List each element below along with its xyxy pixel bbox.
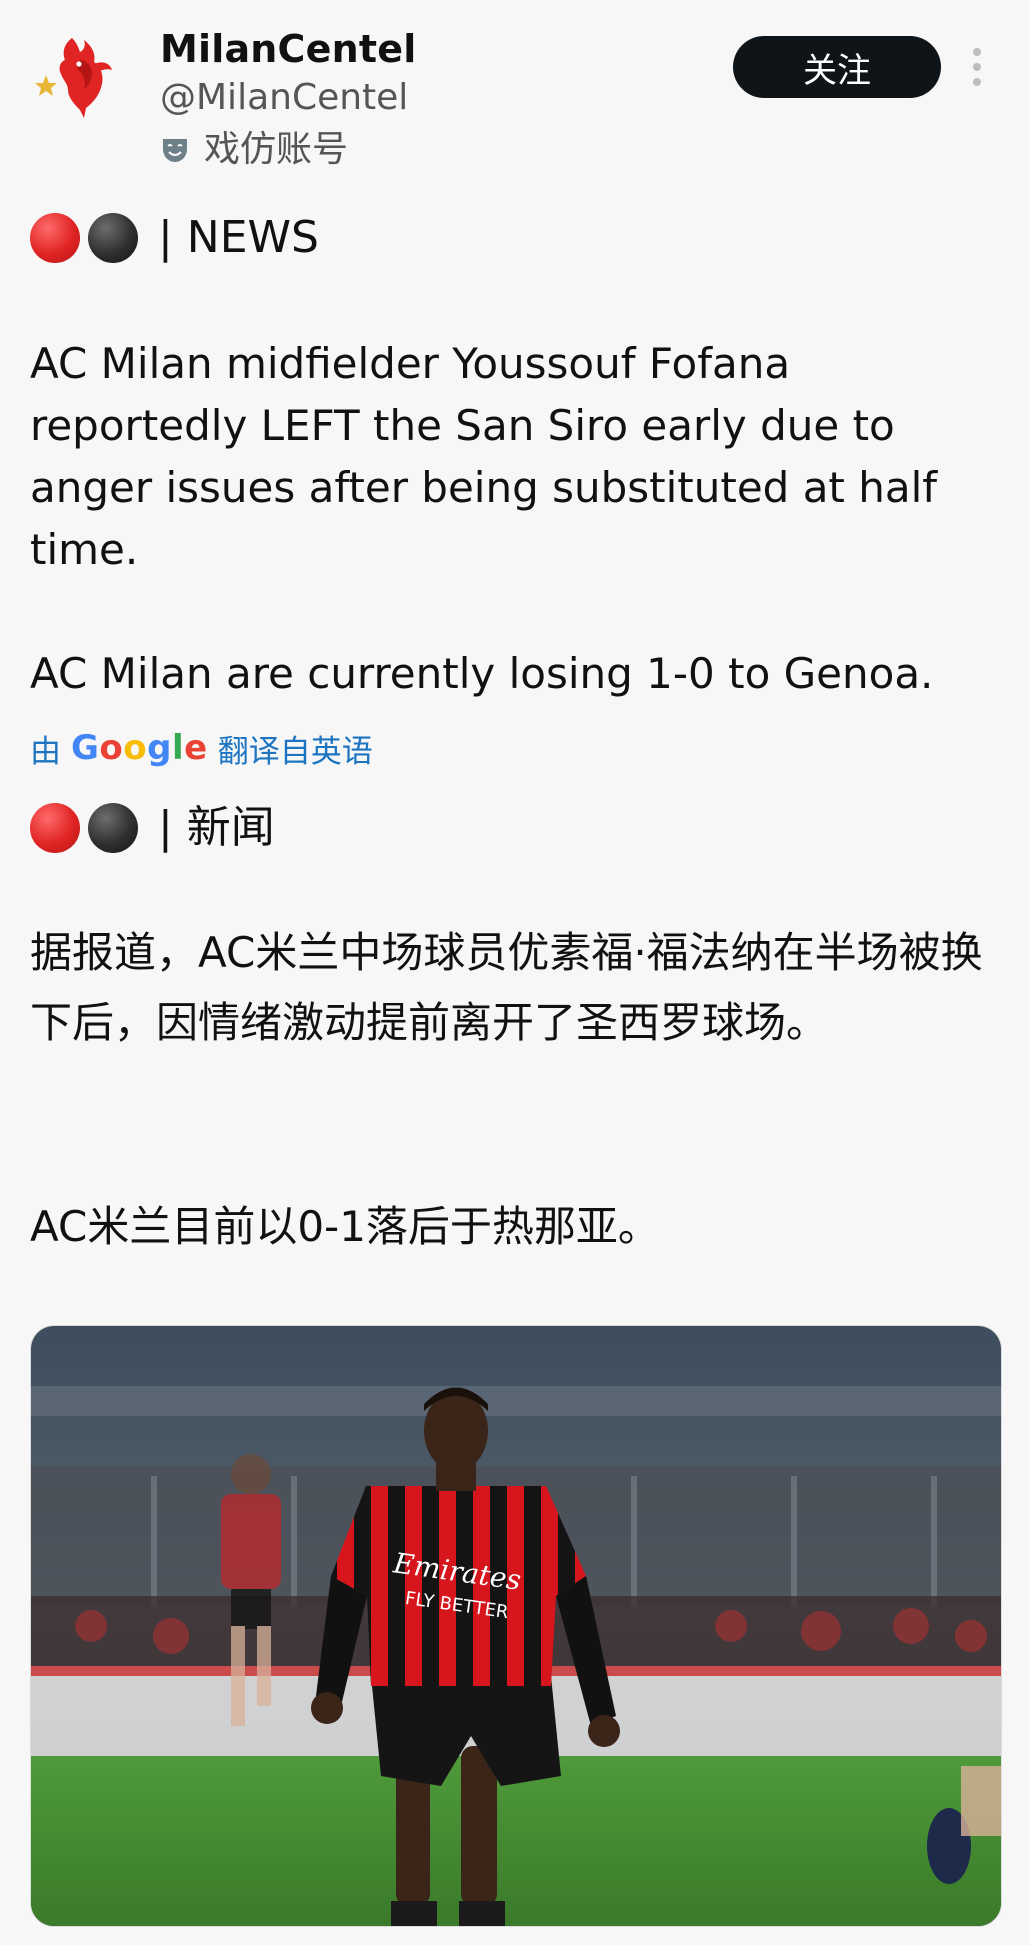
- parody-account-label: 戏仿账号: [160, 128, 348, 172]
- translated-tag: | 新闻: [158, 802, 275, 853]
- news-tag: | NEWS: [158, 212, 319, 263]
- translated-paragraph-2: AC米兰目前以0-1落后于热那亚。: [30, 1202, 660, 1251]
- theater-mask-icon: [163, 139, 187, 162]
- translate-prefix: 由: [30, 733, 61, 770]
- black-circle-icon: [88, 803, 138, 853]
- translate-suffix: 翻译自英语: [217, 733, 373, 770]
- football-player-photo: Emirates FLY BETTER: [31, 1326, 1001, 1926]
- google-logo-icon: Google: [71, 728, 208, 768]
- more-vertical-icon[interactable]: [970, 46, 984, 88]
- post-paragraph-2: AC Milan are currently losing 1-0 to Gen…: [30, 649, 934, 698]
- translated-tag-row: | 新闻: [30, 800, 275, 856]
- parody-label: 戏仿账号: [204, 129, 349, 170]
- red-circle-icon: [30, 803, 80, 853]
- translate-link[interactable]: 由 Google 翻译自英语: [30, 723, 373, 773]
- red-circle-icon: [30, 213, 80, 263]
- news-tag-row: | NEWS: [30, 210, 319, 266]
- post-image[interactable]: Emirates FLY BETTER: [30, 1325, 1002, 1927]
- ac-milan-devil-logo-icon: [35, 38, 112, 118]
- display-name[interactable]: MilanCentel: [160, 26, 416, 72]
- follow-button[interactable]: 关注: [733, 36, 941, 98]
- black-circle-icon: [88, 213, 138, 263]
- avatar[interactable]: [34, 30, 129, 125]
- post-paragraph-1: AC Milan midfielder Youssouf Fofana repo…: [30, 339, 938, 574]
- user-handle[interactable]: @MilanCentel: [160, 76, 408, 120]
- post-page: MilanCentel @MilanCentel 戏仿账号 关注 | NEWS …: [0, 0, 1030, 1945]
- translated-paragraph-1: 据报道，AC米兰中场球员优素福·福法纳在半场被换下后，因情绪激动提前离开了圣西罗…: [30, 928, 983, 1047]
